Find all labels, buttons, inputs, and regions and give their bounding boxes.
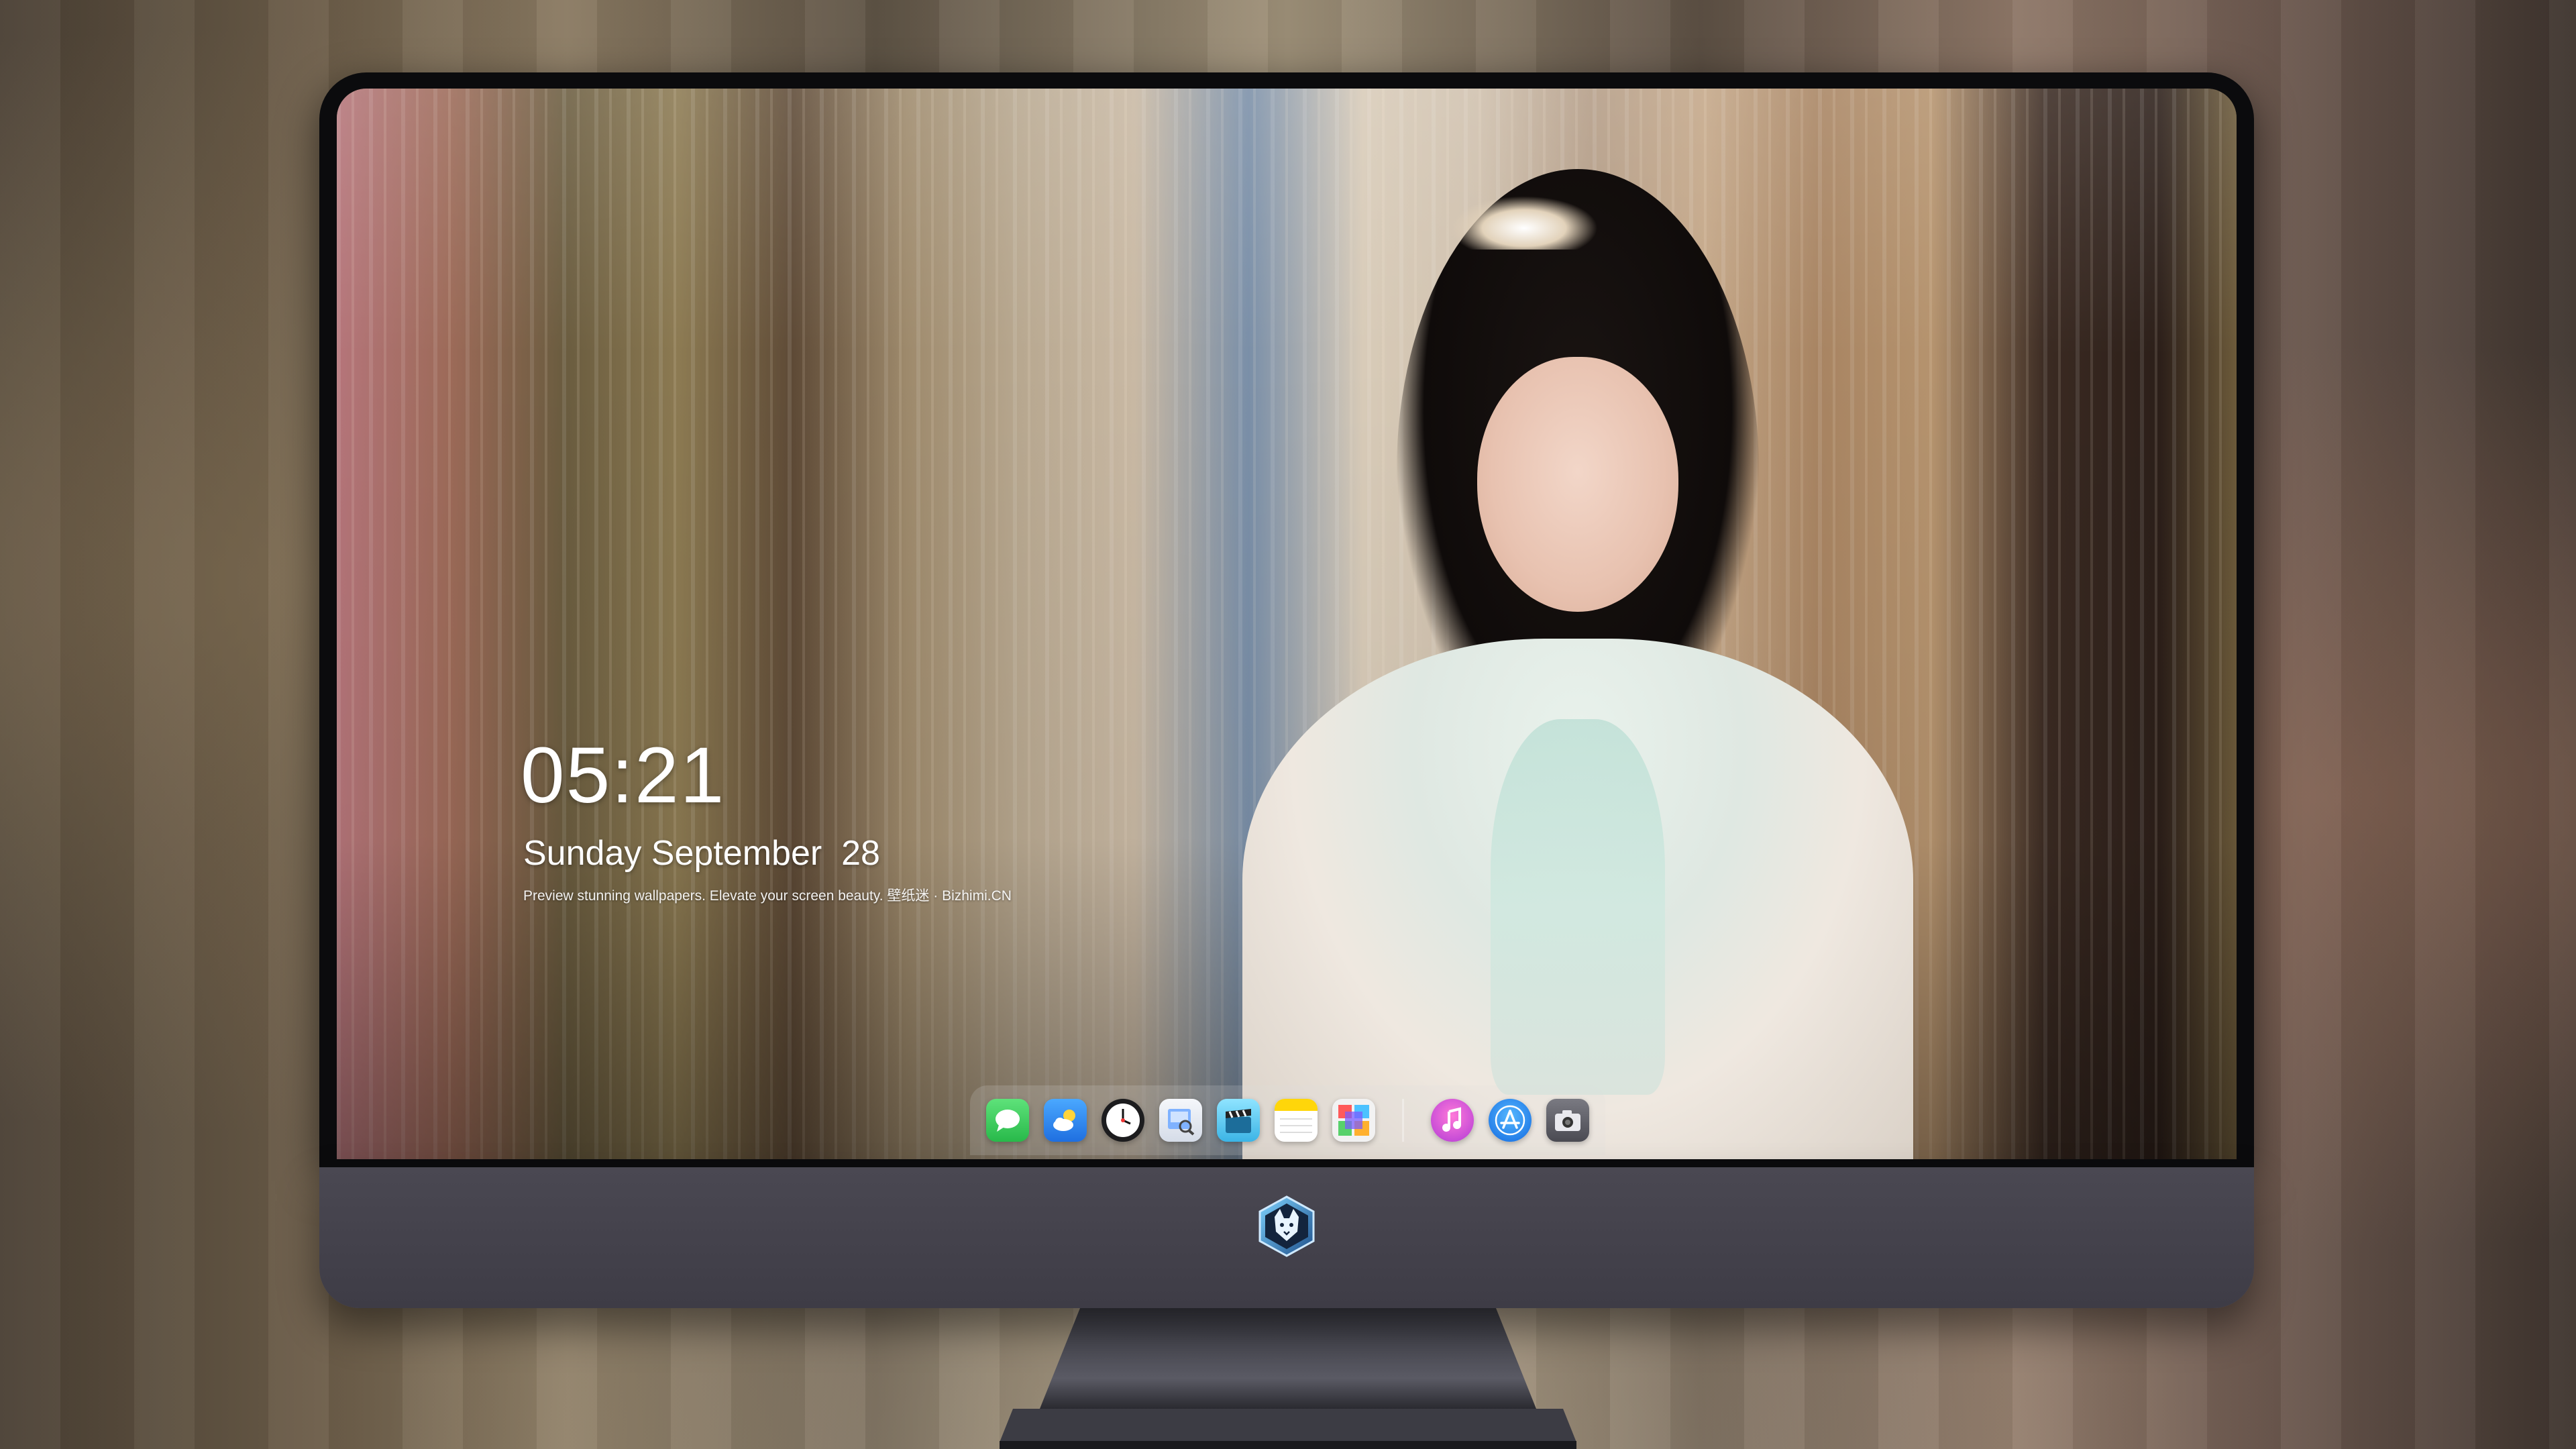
photo-grid-icon[interactable]: [1332, 1099, 1375, 1142]
dock-separator: [1402, 1099, 1404, 1142]
app-store-icon[interactable]: [1489, 1099, 1532, 1142]
weather-icon[interactable]: [1044, 1099, 1087, 1142]
monitor-stand: [1000, 1308, 1576, 1449]
monitor: 05:21 Sunday September 28 Preview stunni…: [319, 72, 2254, 1308]
monitor-chin: [319, 1167, 2254, 1308]
camera-icon[interactable]: [1546, 1099, 1589, 1142]
dock: [970, 1085, 1605, 1155]
itunes-icon[interactable]: [1431, 1099, 1474, 1142]
preview-icon[interactable]: [1159, 1099, 1202, 1142]
background-scene: 05:21 Sunday September 28 Preview stunni…: [0, 0, 2576, 1449]
wallpaper-figure-face: [1477, 357, 1678, 612]
clock-date: Sunday September 28: [523, 834, 880, 873]
notes-icon[interactable]: [1275, 1099, 1318, 1142]
wallpaper-figure-inner-robe: [1491, 719, 1665, 1095]
wallpaper-tagline: Preview stunning wallpapers. Elevate you…: [523, 888, 1012, 904]
desktop-screen: 05:21 Sunday September 28 Preview stunni…: [337, 89, 2237, 1159]
clock-icon[interactable]: [1102, 1099, 1144, 1142]
wolf-badge-logo: [1258, 1195, 1315, 1257]
clock-time: 05:21: [521, 731, 726, 820]
wallpaper-hairpin: [1450, 196, 1598, 250]
monitor-bezel: 05:21 Sunday September 28 Preview stunni…: [319, 72, 2254, 1167]
final-cut-icon[interactable]: [1217, 1099, 1260, 1142]
messages-icon[interactable]: [986, 1099, 1029, 1142]
